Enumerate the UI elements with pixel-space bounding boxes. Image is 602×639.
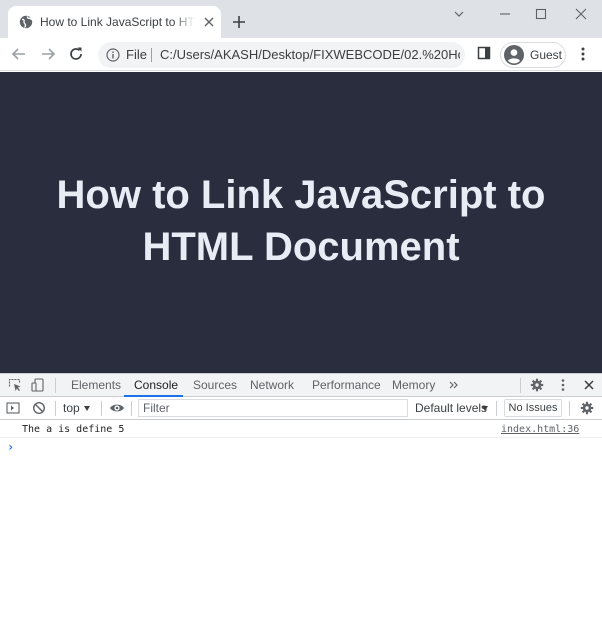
console-toolbar: top Default levels No Issues <box>0 397 602 420</box>
divider <box>496 401 497 416</box>
console-message: The a is define 5 index.html:36 <box>0 421 602 438</box>
tab-console[interactable]: Console <box>134 379 178 392</box>
context-dropdown-arrow-icon[interactable] <box>84 406 90 411</box>
divider <box>55 401 56 416</box>
tab-memory[interactable]: Memory <box>392 379 435 392</box>
devtools-tabbar: Elements Console Sources Network Perform… <box>0 373 602 397</box>
tab-title: How to Link JavaScript to HTML Document <box>40 15 195 29</box>
address-divider <box>151 48 152 62</box>
inspect-element-icon[interactable] <box>8 378 22 392</box>
back-arrow-icon[interactable] <box>10 45 28 63</box>
divider <box>520 378 521 393</box>
profile-button[interactable]: Guest <box>500 42 566 68</box>
reload-icon[interactable] <box>67 45 85 63</box>
browser-toolbar: File C:/Users/AKASH/Desktop/FIXWEBCODE/0… <box>0 38 602 71</box>
console-filter[interactable] <box>138 399 408 417</box>
filter-input[interactable] <box>139 400 407 416</box>
globe-icon <box>19 15 33 29</box>
tab-elements[interactable]: Elements <box>71 379 121 392</box>
url-text[interactable]: C:/Users/AKASH/Desktop/FIXWEBCODE/02.%20… <box>160 48 460 62</box>
issues-button[interactable]: No Issues <box>504 399 562 417</box>
page-viewport: How to Link JavaScript to HTML Document <box>0 72 602 373</box>
close-tab-icon[interactable] <box>202 15 216 29</box>
minimize-icon[interactable] <box>498 7 512 21</box>
tab-network[interactable]: Network <box>250 379 294 392</box>
console-message-text: The a is define 5 <box>22 424 125 435</box>
show-sidebar-icon[interactable] <box>6 401 20 415</box>
console-prompt-chevron-icon: › <box>7 440 15 454</box>
side-panel-icon[interactable] <box>477 46 491 60</box>
log-levels-dropdown[interactable]: Default levels <box>415 402 487 415</box>
divider <box>55 378 56 393</box>
divider <box>101 401 102 416</box>
more-vert-icon[interactable] <box>576 46 590 62</box>
close-window-icon[interactable] <box>574 7 588 21</box>
tab-performance[interactable]: Performance <box>312 379 381 392</box>
levels-dropdown-arrow-icon[interactable] <box>482 406 488 411</box>
browser-tab[interactable]: How to Link JavaScript to HTML Document <box>8 6 221 38</box>
more-tabs-chevron-icon[interactable] <box>447 378 461 392</box>
more-options-icon[interactable] <box>556 378 570 392</box>
console-settings-gear-icon[interactable] <box>580 401 594 415</box>
console-input[interactable] <box>20 439 580 455</box>
console-message-source-link[interactable]: index.html:36 <box>501 424 579 436</box>
divider <box>569 401 570 416</box>
device-toolbar-icon[interactable] <box>31 378 45 392</box>
tab-strip: How to Link JavaScript to HTML Document <box>0 0 602 38</box>
new-tab-icon[interactable] <box>230 13 248 31</box>
profile-label: Guest <box>530 48 563 62</box>
file-scheme-label: File <box>126 47 147 62</box>
close-devtools-icon[interactable] <box>582 378 596 392</box>
eye-icon[interactable] <box>109 401 125 415</box>
tab-sources[interactable]: Sources <box>193 379 237 392</box>
info-icon[interactable] <box>106 48 120 62</box>
chevron-down-icon[interactable] <box>452 7 466 21</box>
context-selector[interactable]: top <box>63 402 80 415</box>
maximize-icon[interactable] <box>534 7 548 21</box>
settings-gear-icon[interactable] <box>530 378 544 392</box>
address-bar[interactable]: File C:/Users/AKASH/Desktop/FIXWEBCODE/0… <box>98 42 465 68</box>
avatar-icon <box>504 45 524 65</box>
divider <box>131 401 132 416</box>
clear-console-icon[interactable] <box>32 401 46 415</box>
forward-arrow-icon[interactable] <box>39 45 57 63</box>
console-output: The a is define 5 index.html:36 › <box>0 421 602 639</box>
page-heading: How to Link JavaScript to HTML Document <box>56 173 546 269</box>
tab-title-fade <box>173 12 195 32</box>
